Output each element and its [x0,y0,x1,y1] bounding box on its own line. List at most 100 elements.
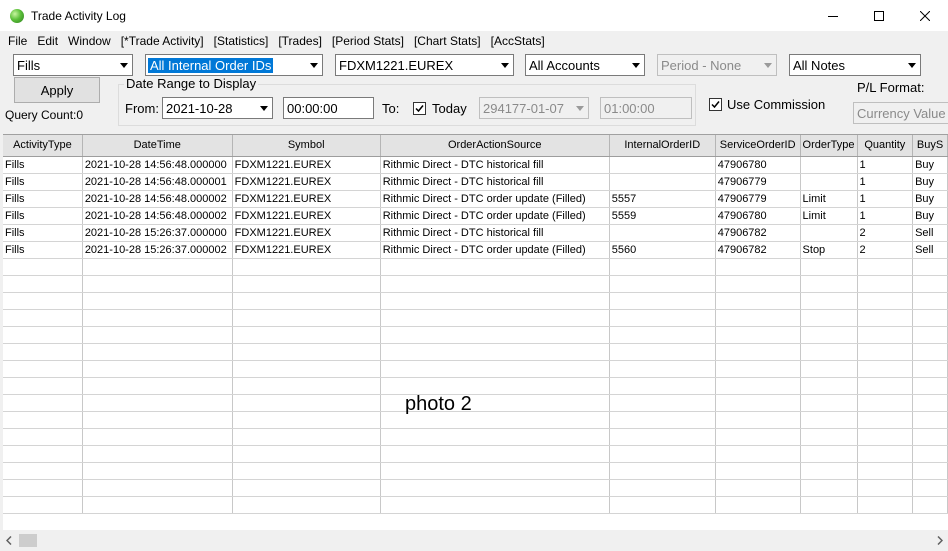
notes-select[interactable]: All Notes [789,54,921,76]
table-cell [912,428,948,446]
table-cell [3,394,83,412]
table-cell: Sell [912,224,948,242]
to-date-picker[interactable]: 294177-01-07 [479,97,589,119]
column-header[interactable]: ServiceOrderID [715,135,801,157]
to-label: To: [382,101,400,116]
column-header[interactable]: DateTime [82,135,233,157]
scroll-right-icon[interactable] [931,532,948,549]
table-row[interactable]: Fills 2021-10-28 14:56:48.000002 FDXM1221.… [3,207,948,225]
column-header[interactable]: Quantity [857,135,914,157]
table-cell: Buy [912,190,948,208]
table-cell [857,428,914,446]
table-cell [912,309,948,327]
column-header[interactable]: ActivityType [3,135,83,157]
menu-accstats[interactable]: [AccStats] [486,34,550,48]
empty-row[interactable] [3,394,948,412]
column-header[interactable]: OrderActionSource [380,135,610,157]
from-date-picker[interactable]: 2021-10-28 [162,97,273,119]
empty-row[interactable] [3,360,948,378]
empty-row[interactable] [3,428,948,446]
symbol-select[interactable]: FDXM1221.EUREX [335,54,514,76]
activity-type-select[interactable]: Fills [13,54,133,76]
empty-row[interactable] [3,275,948,293]
table-cell [232,309,381,327]
table-cell [715,496,801,514]
from-time-input[interactable]: 00:00:00 [283,97,374,119]
period-select[interactable]: Period - None [657,54,777,76]
table-cell: Limit [800,207,858,225]
table-cell [609,360,716,378]
menu-window[interactable]: Window [63,34,116,48]
accounts-select[interactable]: All Accounts [525,54,645,76]
empty-row[interactable] [3,326,948,344]
menu-file[interactable]: File [3,34,32,48]
empty-row[interactable] [3,292,948,310]
table-cell [380,258,610,276]
horizontal-scrollbar[interactable] [0,530,948,551]
empty-row[interactable] [3,445,948,463]
table-cell [912,394,948,412]
column-header[interactable]: InternalOrderID [609,135,716,157]
table-row[interactable]: Fills 2021-10-28 14:56:48.000000 FDXM1221.… [3,156,948,174]
empty-row[interactable] [3,343,948,361]
table-cell [380,309,610,327]
empty-row[interactable] [3,496,948,514]
empty-row[interactable] [3,462,948,480]
check-icon [711,101,720,109]
empty-row[interactable] [3,377,948,395]
table-cell [912,377,948,395]
table-cell [912,292,948,310]
trade-activity-grid[interactable]: ActivityType DateTime Symbol OrderActionSou… [3,134,948,530]
menu-bar: File Edit Window [*Trade Activity] [Stat… [0,31,948,51]
table-cell [82,326,233,344]
scroll-track[interactable] [17,532,931,549]
activity-type-value: Fills [17,57,41,73]
table-row[interactable]: Fills 2021-10-28 14:56:48.000001 FDXM1221.… [3,173,948,191]
menu-trade-activity[interactable]: [*Trade Activity] [116,34,209,48]
table-cell [82,445,233,463]
maximize-button[interactable] [856,0,902,31]
empty-row[interactable] [3,411,948,429]
pl-format-select[interactable]: Currency Value [853,102,948,124]
to-date-value: 294177-01-07 [483,100,564,116]
table-cell [800,445,858,463]
minimize-button[interactable] [810,0,856,31]
menu-edit[interactable]: Edit [32,34,63,48]
table-cell [609,496,716,514]
menu-chart-stats[interactable]: [Chart Stats] [409,34,486,48]
table-cell [609,326,716,344]
table-cell [800,377,858,395]
empty-row[interactable] [3,258,948,276]
use-commission-checkbox[interactable] [709,98,722,111]
empty-row[interactable] [3,479,948,497]
table-cell [912,479,948,497]
today-checkbox[interactable] [413,102,426,115]
symbol-value: FDXM1221.EUREX [339,57,454,73]
table-row[interactable]: Fills 2021-10-28 15:26:37.000002 FDXM1221.… [3,241,948,259]
table-cell [800,394,858,412]
table-cell [609,173,716,191]
to-time-input[interactable]: 01:00:00 [600,97,692,119]
menu-period-stats[interactable]: [Period Stats] [327,34,409,48]
column-header[interactable]: Symbol [232,135,381,157]
column-header[interactable]: OrderType [800,135,858,157]
table-cell [800,258,858,276]
table-cell: 2021-10-28 14:56:48.000002 [82,190,233,208]
close-button[interactable] [902,0,948,31]
menu-trades[interactable]: [Trades] [273,34,327,48]
scroll-left-icon[interactable] [0,532,17,549]
table-row[interactable]: Fills 2021-10-28 15:26:37.000000 FDXM1221.… [3,224,948,242]
table-row[interactable]: Fills 2021-10-28 14:56:48.000002 FDXM1221.… [3,190,948,208]
use-commission-label: Use Commission [727,97,826,112]
internal-order-ids-select[interactable]: All Internal Order IDs [145,54,323,76]
table-cell [232,462,381,480]
accounts-value: All Accounts [529,57,600,73]
table-cell: 2021-10-28 15:26:37.000002 [82,241,233,259]
table-cell [715,292,801,310]
empty-row[interactable] [3,309,948,327]
column-header[interactable]: BuyS [912,135,948,157]
menu-statistics[interactable]: [Statistics] [209,34,274,48]
apply-button[interactable]: Apply [14,77,100,103]
scroll-thumb[interactable] [19,534,37,547]
table-cell [800,411,858,429]
